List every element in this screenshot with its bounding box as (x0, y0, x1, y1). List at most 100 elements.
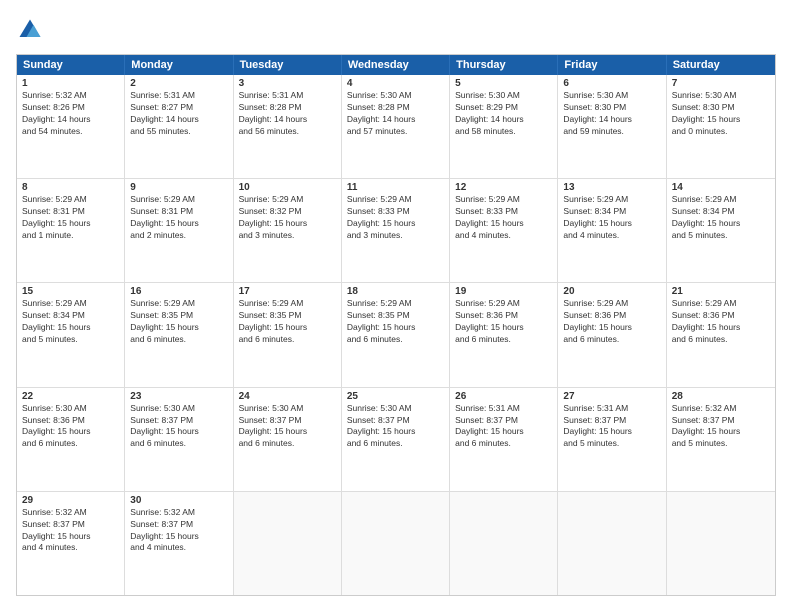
cell-line: Sunset: 8:30 PM (672, 102, 770, 114)
cell-line: Daylight: 15 hours (563, 322, 660, 334)
day-number: 4 (347, 78, 444, 89)
cell-line: Daylight: 15 hours (239, 218, 336, 230)
cell-line: and 5 minutes. (563, 438, 660, 450)
cell-line: Sunset: 8:35 PM (130, 310, 227, 322)
cell-line: Sunset: 8:29 PM (455, 102, 552, 114)
cell-line: Sunset: 8:30 PM (563, 102, 660, 114)
calendar-cell-day-16: 16Sunrise: 5:29 AMSunset: 8:35 PMDayligh… (125, 283, 233, 386)
day-number: 22 (22, 391, 119, 402)
cell-line: and 6 minutes. (563, 334, 660, 346)
cell-line: Sunset: 8:37 PM (672, 415, 770, 427)
calendar-cell-day-13: 13Sunrise: 5:29 AMSunset: 8:34 PMDayligh… (558, 179, 666, 282)
cell-line: Sunset: 8:35 PM (347, 310, 444, 322)
cell-line: Sunrise: 5:29 AM (22, 194, 119, 206)
calendar-cell-day-9: 9Sunrise: 5:29 AMSunset: 8:31 PMDaylight… (125, 179, 233, 282)
cell-line: Daylight: 15 hours (239, 426, 336, 438)
cell-line: and 6 minutes. (130, 334, 227, 346)
calendar-cell-empty (558, 492, 666, 595)
day-number: 13 (563, 182, 660, 193)
calendar-cell-day-19: 19Sunrise: 5:29 AMSunset: 8:36 PMDayligh… (450, 283, 558, 386)
cell-line: Sunset: 8:36 PM (455, 310, 552, 322)
header-day-sunday: Sunday (17, 55, 125, 75)
day-number: 23 (130, 391, 227, 402)
calendar-cell-empty (342, 492, 450, 595)
cell-line: Sunrise: 5:30 AM (22, 403, 119, 415)
cell-line: Daylight: 15 hours (455, 426, 552, 438)
cell-line: Sunset: 8:37 PM (239, 415, 336, 427)
cell-line: and 58 minutes. (455, 126, 552, 138)
day-number: 25 (347, 391, 444, 402)
calendar-cell-day-24: 24Sunrise: 5:30 AMSunset: 8:37 PMDayligh… (234, 388, 342, 491)
cell-line: Daylight: 15 hours (22, 531, 119, 543)
header-day-friday: Friday (558, 55, 666, 75)
logo (16, 16, 48, 44)
day-number: 20 (563, 286, 660, 297)
day-number: 15 (22, 286, 119, 297)
day-number: 18 (347, 286, 444, 297)
calendar-cell-empty (234, 492, 342, 595)
day-number: 11 (347, 182, 444, 193)
cell-line: Sunset: 8:37 PM (130, 415, 227, 427)
cell-line: Daylight: 15 hours (347, 218, 444, 230)
cell-line: Daylight: 15 hours (347, 426, 444, 438)
cell-line: Sunrise: 5:32 AM (672, 403, 770, 415)
cell-line: and 56 minutes. (239, 126, 336, 138)
cell-line: Daylight: 15 hours (672, 218, 770, 230)
calendar-cell-empty (667, 492, 775, 595)
cell-line: and 6 minutes. (455, 334, 552, 346)
header-day-thursday: Thursday (450, 55, 558, 75)
cell-line: and 5 minutes. (672, 230, 770, 242)
cell-line: Sunrise: 5:32 AM (22, 507, 119, 519)
day-number: 17 (239, 286, 336, 297)
day-number: 30 (130, 495, 227, 506)
cell-line: Sunrise: 5:30 AM (672, 90, 770, 102)
calendar-cell-day-17: 17Sunrise: 5:29 AMSunset: 8:35 PMDayligh… (234, 283, 342, 386)
cell-line: Daylight: 14 hours (239, 114, 336, 126)
cell-line: Sunset: 8:37 PM (455, 415, 552, 427)
cell-line: and 6 minutes. (239, 334, 336, 346)
cell-line: Sunset: 8:36 PM (672, 310, 770, 322)
cell-line: and 4 minutes. (563, 230, 660, 242)
calendar-cell-day-6: 6Sunrise: 5:30 AMSunset: 8:30 PMDaylight… (558, 75, 666, 178)
cell-line: Sunrise: 5:29 AM (672, 194, 770, 206)
cell-line: and 5 minutes. (22, 334, 119, 346)
cell-line: Daylight: 15 hours (130, 531, 227, 543)
cell-line: Sunset: 8:31 PM (130, 206, 227, 218)
day-number: 14 (672, 182, 770, 193)
calendar-header: SundayMondayTuesdayWednesdayThursdayFrid… (17, 55, 775, 75)
calendar-cell-day-11: 11Sunrise: 5:29 AMSunset: 8:33 PMDayligh… (342, 179, 450, 282)
calendar-cell-day-20: 20Sunrise: 5:29 AMSunset: 8:36 PMDayligh… (558, 283, 666, 386)
calendar-cell-day-7: 7Sunrise: 5:30 AMSunset: 8:30 PMDaylight… (667, 75, 775, 178)
cell-line: Daylight: 15 hours (672, 114, 770, 126)
cell-line: and 2 minutes. (130, 230, 227, 242)
cell-line: Sunset: 8:33 PM (347, 206, 444, 218)
cell-line: Daylight: 15 hours (672, 322, 770, 334)
day-number: 12 (455, 182, 552, 193)
calendar-row-4: 29Sunrise: 5:32 AMSunset: 8:37 PMDayligh… (17, 492, 775, 595)
cell-line: and 0 minutes. (672, 126, 770, 138)
cell-line: Sunset: 8:36 PM (563, 310, 660, 322)
header-day-wednesday: Wednesday (342, 55, 450, 75)
cell-line: Sunset: 8:31 PM (22, 206, 119, 218)
cell-line: Sunrise: 5:29 AM (239, 298, 336, 310)
cell-line: Sunrise: 5:31 AM (563, 403, 660, 415)
cell-line: Sunrise: 5:30 AM (347, 90, 444, 102)
cell-line: Sunrise: 5:32 AM (130, 507, 227, 519)
calendar-cell-day-5: 5Sunrise: 5:30 AMSunset: 8:29 PMDaylight… (450, 75, 558, 178)
day-number: 2 (130, 78, 227, 89)
cell-line: Sunset: 8:35 PM (239, 310, 336, 322)
cell-line: Daylight: 15 hours (563, 426, 660, 438)
cell-line: Sunset: 8:28 PM (239, 102, 336, 114)
cell-line: and 6 minutes. (672, 334, 770, 346)
cell-line: and 5 minutes. (672, 438, 770, 450)
header (16, 16, 776, 44)
calendar-cell-day-21: 21Sunrise: 5:29 AMSunset: 8:36 PMDayligh… (667, 283, 775, 386)
cell-line: Sunset: 8:37 PM (22, 519, 119, 531)
day-number: 24 (239, 391, 336, 402)
cell-line: and 3 minutes. (239, 230, 336, 242)
calendar-cell-day-30: 30Sunrise: 5:32 AMSunset: 8:37 PMDayligh… (125, 492, 233, 595)
day-number: 1 (22, 78, 119, 89)
cell-line: Sunrise: 5:31 AM (130, 90, 227, 102)
cell-line: Daylight: 14 hours (22, 114, 119, 126)
cell-line: and 54 minutes. (22, 126, 119, 138)
